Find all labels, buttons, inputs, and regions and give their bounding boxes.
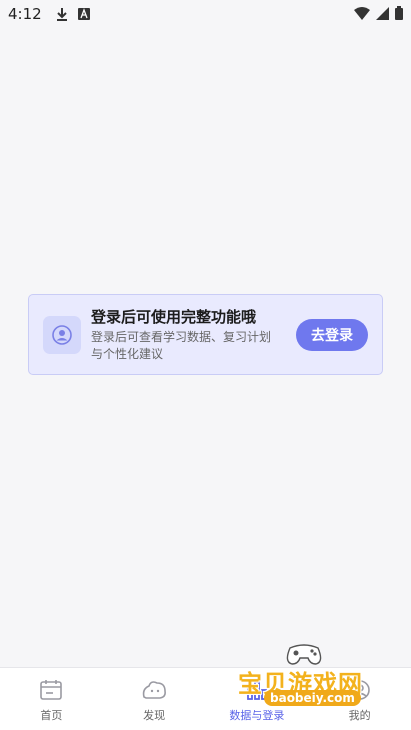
card-title: 登录后可使用完整功能哦 [91,307,257,326]
nav-label-home: 首页 [40,709,63,722]
home-icon [39,679,63,705]
login-button[interactable]: 去登录 [296,318,368,351]
status-bar: 4:12 [0,0,411,28]
status-right [354,5,403,24]
card-description: 登录后可查看学习数据、复习计划与个性化建议 [91,329,272,361]
status-time: 4:12 [8,5,42,23]
battery-icon [395,5,403,24]
font-icon [77,8,90,20]
nav-item-discover[interactable]: 发现 [103,668,206,730]
watermark-url: baobeiy.com [264,690,361,706]
user-avatar-icon [43,315,81,354]
nav-item-home[interactable]: 首页 [0,668,103,730]
gamepad-icon [286,644,322,665]
nav-label-discover: 发现 [143,709,166,722]
cellular-icon [376,5,389,24]
discover-icon [140,679,168,705]
wifi-icon [354,5,370,24]
download-icon [56,7,68,21]
login-prompt-card: 登录后可使用完整功能哦 登录后可查看学习数据、复习计划与个性化建议 去登录 [28,294,383,375]
screen: 4:12 登录后可使用完整功能哦 登录后可查看学习数据、复习计划与个性化建议 去… [0,0,411,730]
card-text: 登录后可使用完整功能哦 登录后可查看学习数据、复习计划与个性化建议 [91,307,296,363]
watermark-logo: 宝贝游戏网 baobeiy.com [236,640,376,710]
